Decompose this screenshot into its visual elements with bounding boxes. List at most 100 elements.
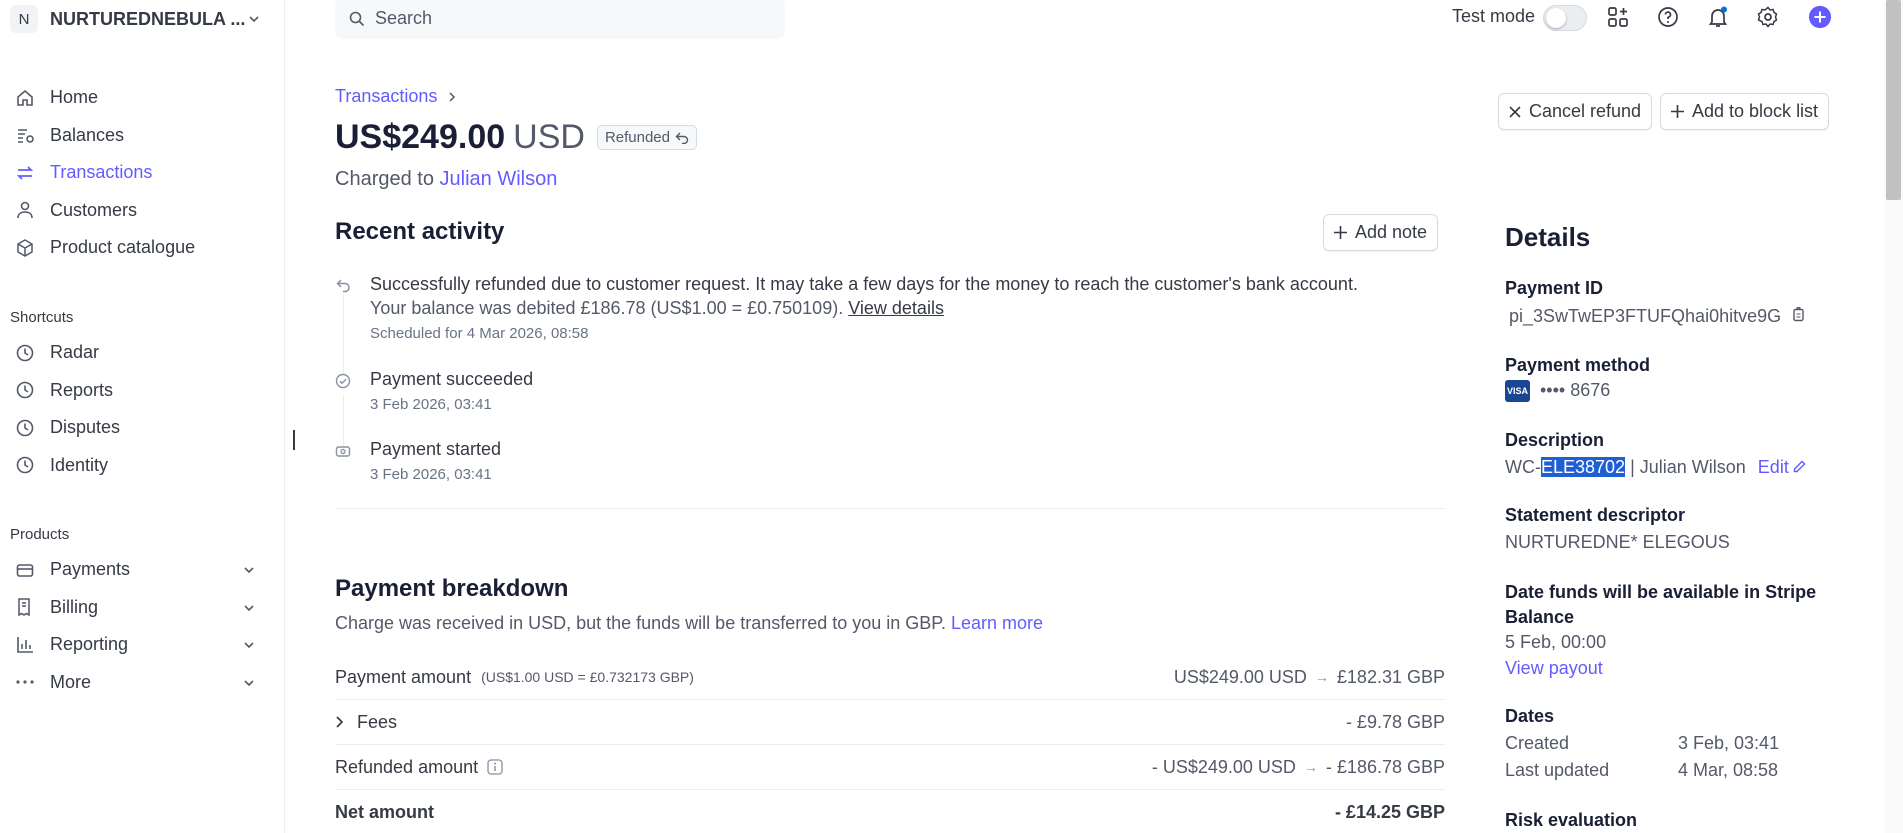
create-plus-icon[interactable] (1808, 5, 1832, 29)
toggle-knob (1546, 8, 1566, 28)
sidebar-item-label: Billing (50, 596, 99, 617)
copy-icon[interactable] (1792, 307, 1805, 322)
funds-available-label: Date funds will be available in Stripe B… (1505, 582, 1817, 627)
add-to-block-list-button[interactable]: Add to block list (1660, 93, 1830, 130)
clock-icon (14, 417, 36, 439)
scrollbar-thumb[interactable] (1886, 0, 1901, 200)
payment-currency: USD (513, 118, 585, 156)
sidebar-item-more[interactable]: More (0, 664, 285, 702)
activity-text: Successfully refunded due to customer re… (370, 274, 1358, 294)
sidebar-item-product-catalogue[interactable]: Product catalogue (0, 229, 285, 267)
sidebar-item-label: Reports (50, 379, 114, 400)
row-to-value: £182.31 GBP (1336, 666, 1445, 687)
notifications-bell-icon[interactable] (1706, 5, 1730, 29)
gear-icon[interactable] (1756, 5, 1780, 29)
edit-label: Edit (1757, 457, 1789, 477)
reporting-icon (14, 634, 36, 656)
chevron-down-icon (244, 642, 254, 649)
account-name: NURTUREDNEBULA ... (50, 8, 246, 29)
sidebar-item-balances[interactable]: Balances (0, 117, 285, 155)
sidebar-products-nav: Payments Billing Reporting More (0, 551, 285, 701)
created-label: Created (1505, 733, 1570, 753)
account-switcher[interactable]: N NURTUREDNEBULA ... (10, 4, 260, 34)
sidebar-item-customers[interactable]: Customers (0, 192, 285, 230)
sidebar-item-reporting[interactable]: Reporting (0, 626, 285, 664)
activity-text-2: Your balance was debited £186.78 (US$1.0… (370, 298, 944, 319)
breadcrumb-transactions-link[interactable]: Transactions (335, 86, 437, 107)
plus-icon (1334, 226, 1347, 239)
sidebar-item-payments[interactable]: Payments (0, 551, 285, 589)
sidebar-item-transactions[interactable]: Transactions (0, 154, 285, 192)
payment-method-label: Payment method (1505, 355, 1651, 375)
search-icon (349, 11, 365, 26)
breakdown-row-fees[interactable]: Fees - £9.78 GBP (335, 700, 1445, 745)
chevron-down-icon (244, 604, 254, 611)
chevron-down-icon (244, 567, 254, 574)
activity-timestamp: 3 Feb 2026, 03:41 (370, 396, 492, 413)
arrow-right-icon: → (1303, 759, 1318, 775)
statement-descriptor-value: NURTUREDNE* ELEGOUS (1505, 532, 1730, 552)
sidebar-item-home[interactable]: Home (0, 79, 285, 117)
last-updated-value: 4 Mar, 08:58 (1678, 760, 1779, 780)
breakdown-subtitle-text: Charge was received in USD, but the fund… (335, 613, 946, 633)
row-to-value: - £186.78 GBP (1325, 756, 1445, 777)
last-updated-label: Last updated (1505, 760, 1610, 780)
apps-icon[interactable] (1606, 5, 1630, 29)
text-cursor (293, 430, 295, 450)
product-icon (14, 237, 36, 259)
breakdown-subtitle: Charge was received in USD, but the fund… (335, 613, 1043, 634)
row-label: Refunded amount (335, 756, 479, 777)
balances-icon (14, 124, 36, 146)
view-details-link[interactable]: View details (848, 298, 944, 318)
sidebar-item-label: Disputes (50, 417, 121, 438)
card-last4: •••• 8676 (1540, 380, 1611, 400)
add-note-button[interactable]: Add note (1323, 214, 1439, 251)
row-label: Fees (357, 711, 398, 732)
clock-icon (14, 379, 36, 401)
edit-description-link[interactable]: Edit (1758, 457, 1806, 477)
activity-timestamp: Scheduled for 4 Mar 2026, 08:58 (370, 325, 589, 342)
breakdown-row-net-amount: Net amount - £14.25 GBP (335, 790, 1445, 833)
billing-icon (14, 596, 36, 618)
sidebar-item-label: Radar (50, 342, 100, 363)
refund-icon (336, 279, 350, 293)
description-prefix: WC- (1505, 457, 1541, 477)
search-input[interactable]: Search (335, 0, 785, 39)
created-value: 3 Feb, 03:41 (1678, 733, 1780, 753)
learn-more-link[interactable]: Learn more (951, 613, 1043, 633)
breakdown-row-refunded-amount: Refunded amount - US$249.00 USD → - £186.7… (335, 745, 1445, 790)
help-icon[interactable] (1656, 5, 1680, 29)
sidebar-item-radar[interactable]: Radar (0, 334, 285, 372)
customer-link[interactable]: Julian Wilson (440, 168, 558, 190)
test-mode-label: Test mode (1452, 6, 1536, 26)
sidebar-item-label: Customers (50, 199, 138, 220)
row-value: - £9.78 GBP (1345, 711, 1445, 732)
sidebar-item-reports[interactable]: Reports (0, 372, 285, 410)
description-label: Description (1505, 430, 1605, 450)
page-scrollbar[interactable] (1884, 0, 1903, 833)
row-value: - £14.25 GBP (1334, 802, 1445, 822)
sidebar-item-disputes[interactable]: Disputes (0, 409, 285, 447)
visa-card-icon: VISA (1505, 380, 1530, 403)
transactions-icon (14, 162, 36, 184)
sidebar-item-label: Payments (50, 559, 131, 580)
charged-to: Charged to Julian Wilson (335, 168, 557, 191)
view-payout-link[interactable]: View payout (1505, 658, 1603, 679)
cancel-refund-label: Cancel refund (1529, 101, 1642, 121)
info-icon[interactable] (487, 759, 503, 775)
add-note-label: Add note (1355, 222, 1428, 242)
breakdown-row-payment-amount: Payment amount (US$1.00 USD = £0.732173 G… (335, 655, 1445, 700)
clock-icon (14, 454, 36, 476)
row-from-value: US$249.00 USD (1173, 666, 1307, 687)
funds-available-date: 5 Feb, 00:00 (1505, 632, 1607, 652)
sidebar-item-billing[interactable]: Billing (0, 589, 285, 627)
more-icon (14, 671, 36, 693)
sidebar-shortcuts-nav: Radar Reports Disputes Identity (0, 334, 285, 484)
payment-id-label: Payment ID (1505, 278, 1604, 298)
chevron-right-icon (449, 91, 456, 102)
refund-arrow-icon (675, 132, 689, 144)
payment-breakdown-title: Payment breakdown (335, 575, 569, 602)
test-mode-toggle[interactable] (1543, 5, 1587, 31)
cancel-refund-button[interactable]: Cancel refund (1498, 93, 1653, 130)
sidebar-item-identity[interactable]: Identity (0, 447, 285, 485)
